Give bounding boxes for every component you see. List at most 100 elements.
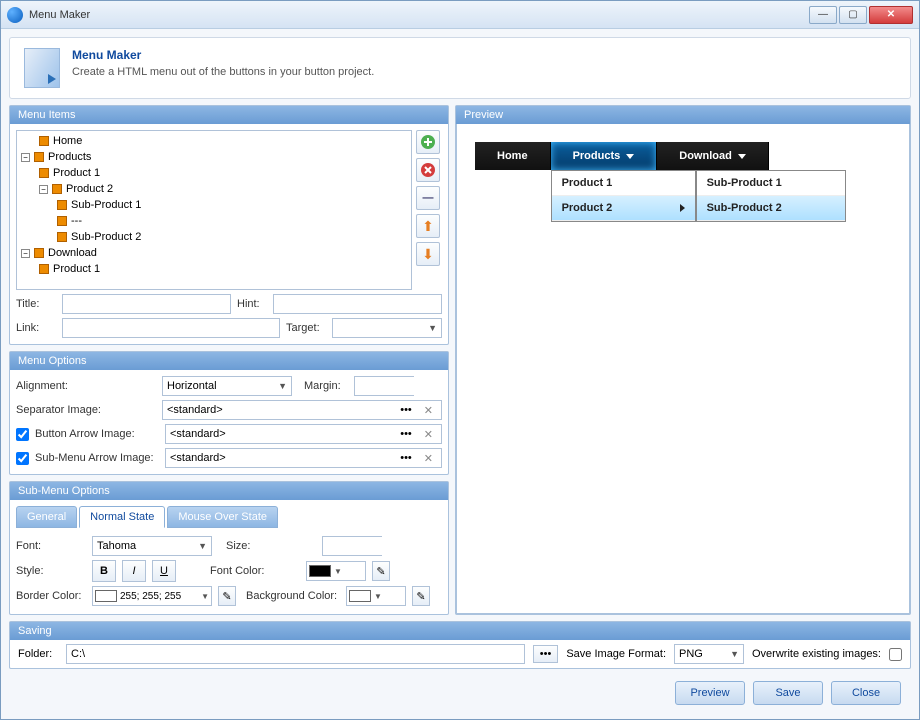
- chevron-down-icon: ▼: [278, 381, 287, 391]
- border-color-label: Border Color:: [16, 590, 86, 602]
- submenu-arrow-label: Sub-Menu Arrow Image:: [35, 452, 159, 464]
- tree-item[interactable]: −Download: [21, 245, 407, 261]
- add-item-button[interactable]: [416, 130, 440, 154]
- preview-item-home[interactable]: Home: [475, 142, 551, 170]
- format-select[interactable]: PNG▼: [674, 644, 744, 664]
- submenu-arrow-image-select[interactable]: <standard>•••✕: [165, 448, 442, 468]
- color-swatch: [349, 590, 371, 602]
- tree-item[interactable]: −Products: [21, 149, 407, 165]
- link-input[interactable]: [62, 318, 280, 338]
- overwrite-checkbox[interactable]: [889, 648, 902, 661]
- collapse-icon[interactable]: −: [39, 185, 48, 194]
- preview-subitem[interactable]: Sub-Product 1: [697, 171, 845, 196]
- eyedropper-button[interactable]: ✎: [412, 586, 430, 606]
- chevron-down-icon[interactable]: ▼: [374, 592, 382, 601]
- underline-button[interactable]: U: [152, 560, 176, 582]
- header-box: Menu Maker Create a HTML menu out of the…: [9, 37, 911, 99]
- saving-panel: Saving Folder: ••• Save Image Format: PN…: [9, 621, 911, 669]
- tree-item[interactable]: Sub-Product 2: [21, 229, 407, 245]
- alignment-label: Alignment:: [16, 380, 156, 392]
- close-dialog-button[interactable]: Close: [831, 681, 901, 705]
- clear-icon[interactable]: ✕: [420, 404, 437, 417]
- folder-input[interactable]: [66, 644, 525, 664]
- menu-options-panel: Menu Options Alignment: Horizontal▼ Marg…: [9, 351, 449, 475]
- link-label: Link:: [16, 322, 56, 334]
- eyedropper-button[interactable]: ✎: [218, 586, 236, 606]
- target-select[interactable]: ▼: [332, 318, 442, 338]
- browse-icon[interactable]: •••: [396, 404, 416, 416]
- footer: Preview Save Close: [9, 675, 911, 711]
- browse-icon[interactable]: •••: [396, 452, 416, 464]
- separator-image-select[interactable]: <standard>•••✕: [162, 400, 442, 420]
- bullet-icon: [57, 232, 67, 242]
- tab-general[interactable]: General: [16, 506, 77, 528]
- header-icon: [24, 48, 60, 88]
- separator-button[interactable]: —: [416, 186, 440, 210]
- bullet-icon: [39, 136, 49, 146]
- hint-input[interactable]: [273, 294, 442, 314]
- move-up-button[interactable]: ⬆: [416, 214, 440, 238]
- move-down-button[interactable]: ⬇: [416, 242, 440, 266]
- chevron-down-icon: [626, 154, 634, 159]
- chevron-down-icon[interactable]: ▼: [334, 567, 342, 576]
- color-swatch: [309, 565, 331, 577]
- bullet-icon: [39, 264, 49, 274]
- clear-icon[interactable]: ✕: [420, 452, 437, 465]
- save-button[interactable]: Save: [753, 681, 823, 705]
- title-label: Title:: [16, 298, 56, 310]
- bg-color-picker[interactable]: ▼: [346, 586, 406, 606]
- preview-item-products[interactable]: Products Product 1 Product 2 Sub-Product…: [551, 142, 658, 170]
- menu-options-header: Menu Options: [10, 352, 448, 370]
- bullet-icon: [34, 152, 44, 162]
- browse-folder-button[interactable]: •••: [533, 645, 559, 663]
- font-color-label: Font Color:: [210, 565, 300, 577]
- preview-subitem[interactable]: Sub-Product 2: [697, 196, 845, 221]
- font-select[interactable]: Tahoma▼: [92, 536, 212, 556]
- menu-tree[interactable]: Home −Products Product 1 −Product 2 Sub-…: [16, 130, 412, 290]
- bold-button[interactable]: B: [92, 560, 116, 582]
- button-arrow-checkbox[interactable]: [16, 428, 29, 441]
- tree-item[interactable]: Sub-Product 1: [21, 197, 407, 213]
- italic-button[interactable]: I: [122, 560, 146, 582]
- tree-item[interactable]: −Product 2: [21, 181, 407, 197]
- window-title: Menu Maker: [29, 9, 809, 21]
- preview-submenu-2: Sub-Product 1 Sub-Product 2: [696, 170, 846, 222]
- saving-header: Saving: [10, 622, 910, 640]
- preview-subitem[interactable]: Product 1: [552, 171, 695, 196]
- size-label: Size:: [226, 540, 316, 552]
- browse-icon[interactable]: •••: [396, 428, 416, 440]
- bullet-icon: [57, 216, 67, 226]
- header-title: Menu Maker: [72, 48, 374, 62]
- chevron-down-icon[interactable]: ▼: [201, 592, 209, 601]
- maximize-button[interactable]: ▢: [839, 6, 867, 24]
- tab-mouseover-state[interactable]: Mouse Over State: [167, 506, 278, 528]
- preview-button[interactable]: Preview: [675, 681, 745, 705]
- preview-item-download[interactable]: Download: [657, 142, 769, 170]
- tree-item[interactable]: Product 1: [21, 261, 407, 277]
- collapse-icon[interactable]: −: [21, 153, 30, 162]
- button-arrow-image-select[interactable]: <standard>•••✕: [165, 424, 442, 444]
- tab-normal-state[interactable]: Normal State: [79, 506, 165, 528]
- tree-item[interactable]: ---: [21, 213, 407, 229]
- minimize-button[interactable]: —: [809, 6, 837, 24]
- size-spinner[interactable]: ▲▼: [322, 536, 382, 556]
- tree-item[interactable]: Home: [21, 133, 407, 149]
- bullet-icon: [57, 200, 67, 210]
- delete-item-button[interactable]: [416, 158, 440, 182]
- collapse-icon[interactable]: −: [21, 249, 30, 258]
- alignment-select[interactable]: Horizontal▼: [162, 376, 292, 396]
- close-button[interactable]: ✕: [869, 6, 913, 24]
- preview-subitem[interactable]: Product 2: [552, 196, 695, 221]
- font-color-picker[interactable]: ▼: [306, 561, 366, 581]
- margin-label: Margin:: [304, 380, 348, 392]
- submenu-options-panel: Sub-Menu Options General Normal State Mo…: [9, 481, 449, 615]
- title-input[interactable]: [62, 294, 231, 314]
- submenu-arrow-checkbox[interactable]: [16, 452, 29, 465]
- margin-spinner[interactable]: ▲▼: [354, 376, 414, 396]
- clear-icon[interactable]: ✕: [420, 428, 437, 441]
- eyedropper-button[interactable]: ✎: [372, 561, 390, 581]
- tree-item[interactable]: Product 1: [21, 165, 407, 181]
- border-color-picker[interactable]: 255; 255; 255▼: [92, 586, 212, 606]
- chevron-down-icon: ▼: [428, 323, 437, 333]
- bullet-icon: [52, 184, 62, 194]
